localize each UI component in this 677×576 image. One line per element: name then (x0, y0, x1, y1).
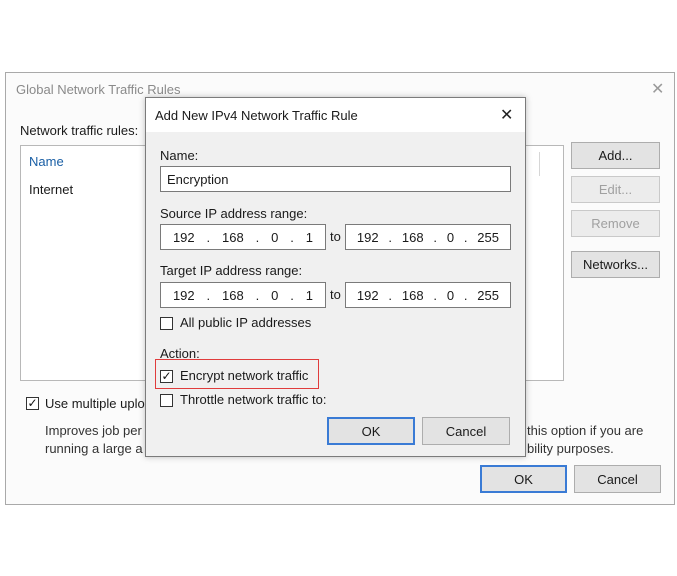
rules-label: Network traffic rules: (20, 123, 139, 138)
description-right-line-2: bility purposes. (527, 441, 614, 456)
column-divider (539, 152, 540, 176)
ip-octet: 168 (222, 229, 244, 245)
name-input-value: Encryption (167, 172, 229, 187)
multi-upload-checkbox[interactable]: ✓ (26, 397, 39, 410)
ip-dot: . (388, 287, 393, 303)
close-icon[interactable]: ✕ (651, 79, 664, 99)
ip-dot: . (433, 229, 437, 245)
name-input[interactable]: Encryption (160, 166, 511, 192)
to-label: to (330, 229, 341, 244)
cancel-button[interactable]: Cancel (574, 465, 661, 493)
ip-dot: . (206, 287, 211, 303)
ip-dot: . (463, 229, 468, 245)
ip-octet: 255 (477, 229, 499, 245)
ip-octet: 0 (271, 287, 279, 303)
ip-octet: 0 (446, 229, 455, 245)
remove-button[interactable]: Remove (571, 210, 660, 237)
ip-octet: 255 (477, 287, 499, 303)
ok-button[interactable]: OK (480, 465, 567, 493)
dialog-title: Add New IPv4 Network Traffic Rule (155, 108, 358, 123)
source-from-ip-input[interactable]: 192. 168. 0. 1 (160, 224, 326, 250)
ip-octet: 0 (271, 229, 279, 245)
description-left-line-2: running a large a (45, 441, 143, 456)
encrypt-traffic-checkbox[interactable]: ✓ (160, 370, 173, 383)
ip-dot: . (388, 229, 393, 245)
throttle-traffic-label: Throttle network traffic to: (180, 392, 327, 407)
ip-dot: . (290, 229, 294, 245)
throttle-traffic-checkbox[interactable] (160, 394, 173, 407)
description-right-line-1: this option if you are (527, 423, 644, 438)
name-label: Name: (160, 148, 199, 163)
cancel-button[interactable]: Cancel (422, 417, 510, 445)
ip-octet: 168 (222, 287, 244, 303)
source-range-label: Source IP address range: (160, 206, 308, 221)
multi-upload-label: Use multiple uplo (45, 396, 145, 411)
ip-octet: 192 (356, 229, 379, 245)
add-ipv4-traffic-rule-dialog: Add New IPv4 Network Traffic Rule ✕ Name… (145, 97, 526, 457)
edit-button[interactable]: Edit... (571, 176, 660, 203)
source-to-ip-input[interactable]: 192. 168. 0. 255 (345, 224, 511, 250)
ip-octet: 192 (172, 287, 195, 303)
dialog-title: Global Network Traffic Rules (16, 82, 181, 97)
ip-dot: . (433, 287, 437, 303)
list-item[interactable]: Internet (29, 182, 73, 197)
encrypt-traffic-label: Encrypt network traffic (180, 368, 309, 383)
ip-octet: 168 (401, 229, 424, 245)
ip-dot: . (255, 287, 260, 303)
to-label: to (330, 287, 341, 302)
close-icon[interactable]: ✕ (500, 105, 513, 125)
ok-button[interactable]: OK (327, 417, 415, 445)
add-button[interactable]: Add... (571, 142, 660, 169)
ip-octet: 192 (172, 229, 195, 245)
ip-dot: . (206, 229, 211, 245)
ip-octet: 168 (401, 287, 424, 303)
ip-dot: . (255, 229, 260, 245)
description-left-line-1: Improves job per (45, 423, 142, 438)
all-public-ip-checkbox[interactable] (160, 317, 173, 330)
column-header-name[interactable]: Name (29, 154, 64, 169)
ip-octet: 1 (305, 287, 314, 303)
ip-octet: 1 (305, 229, 314, 245)
target-from-ip-input[interactable]: 192. 168. 0. 1 (160, 282, 326, 308)
networks-button[interactable]: Networks... (571, 251, 660, 278)
all-public-ip-label: All public IP addresses (180, 315, 312, 330)
ip-octet: 192 (356, 287, 379, 303)
ip-dot: . (290, 287, 294, 303)
ip-dot: . (463, 287, 468, 303)
ip-octet: 0 (446, 287, 455, 303)
target-to-ip-input[interactable]: 192. 168. 0. 255 (345, 282, 511, 308)
target-range-label: Target IP address range: (160, 263, 303, 278)
